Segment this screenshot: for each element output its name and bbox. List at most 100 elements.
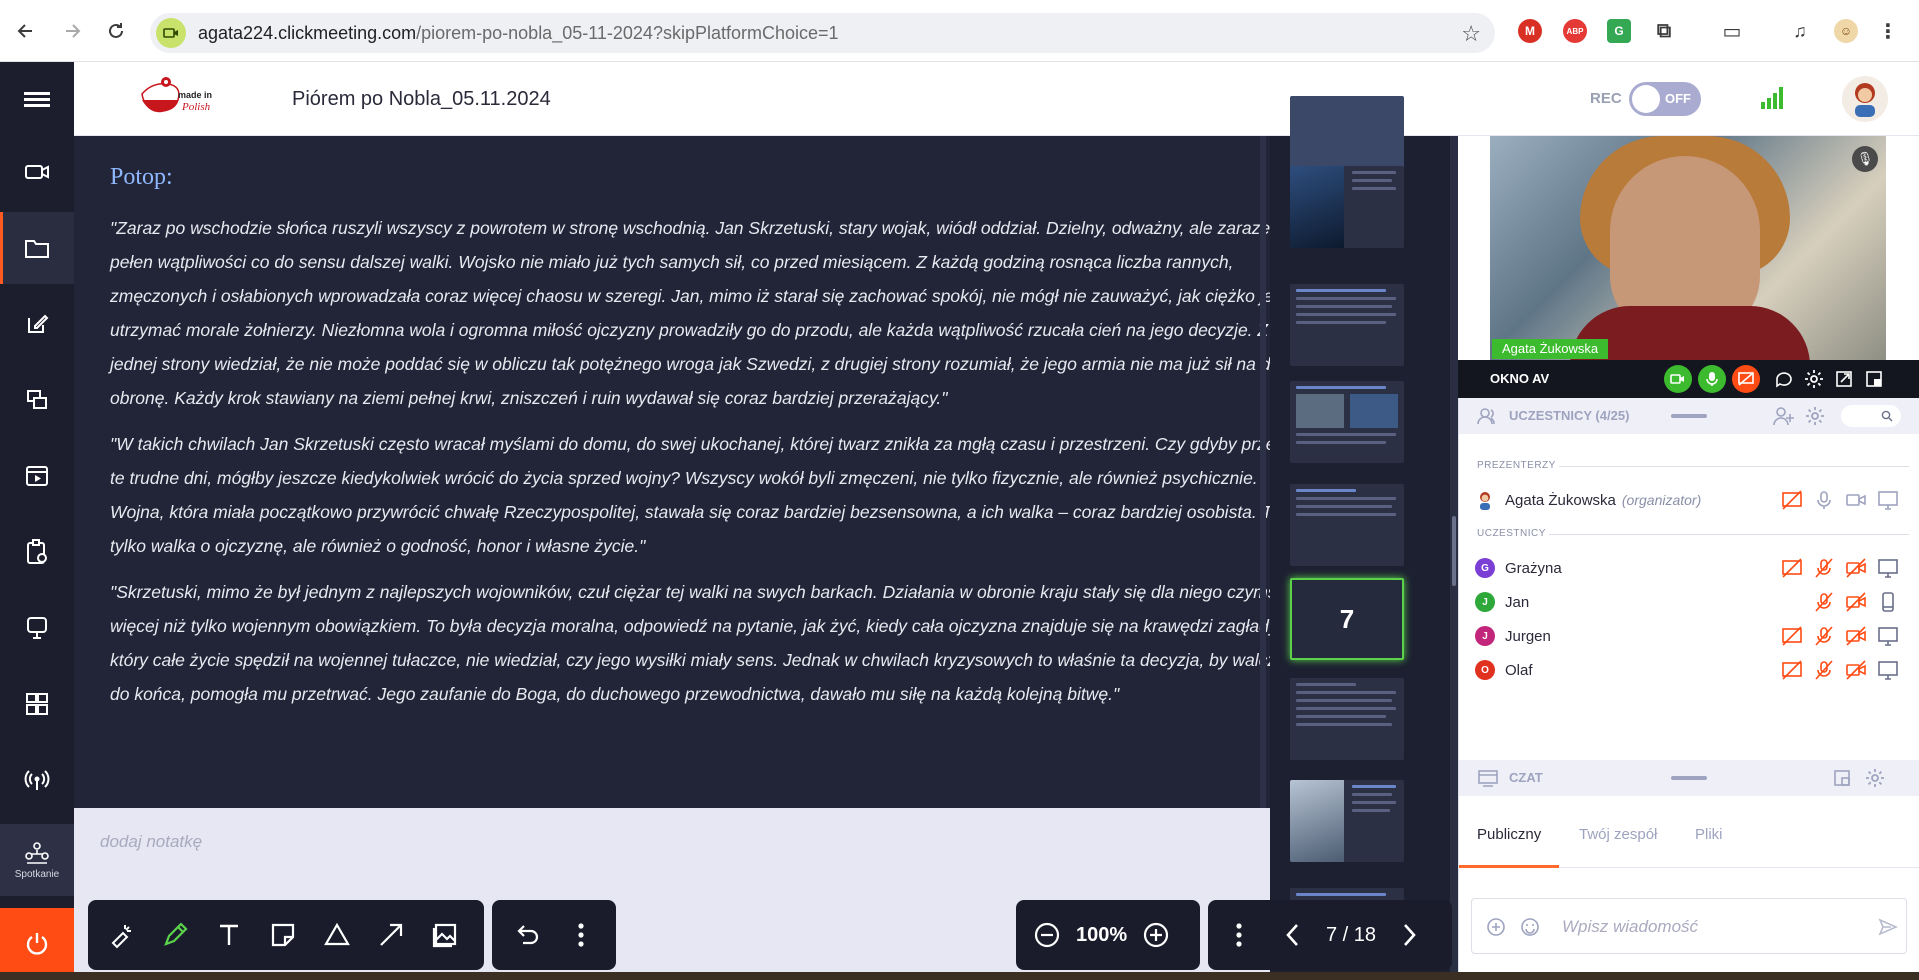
insert-image-icon[interactable] [418, 908, 472, 962]
screen-share-off-icon[interactable] [1781, 659, 1803, 681]
slide-thumbnail[interactable] [1290, 381, 1404, 463]
presenter-video[interactable]: Agata Żukowska 🎙 [1490, 136, 1886, 360]
leave-meeting-button[interactable] [0, 908, 74, 980]
slide-thumbnail[interactable] [1290, 284, 1404, 366]
sidebar-item-apps[interactable] [0, 668, 74, 740]
url-text[interactable]: agata224.clickmeeting.com/piorem-po-nobl… [198, 23, 839, 44]
chat-settings-icon[interactable] [1865, 768, 1885, 788]
page-options-icon[interactable] [1212, 908, 1266, 962]
send-icon[interactable] [1878, 917, 1898, 937]
rec-toggle[interactable]: OFF [1629, 82, 1701, 116]
address-bar[interactable]: agata224.clickmeeting.com/piorem-po-nobl… [150, 13, 1495, 53]
tab-files[interactable]: Pliki [1695, 826, 1723, 843]
media-control-icon[interactable]: ♫ [1788, 19, 1812, 43]
sidebar-item-survey[interactable] [0, 516, 74, 588]
microphone-off-icon[interactable] [1813, 659, 1835, 681]
screen-share-off-icon[interactable] [1732, 365, 1760, 393]
slide-scrollbar[interactable] [1260, 136, 1266, 808]
text-tool-icon[interactable] [202, 908, 256, 962]
chat-input[interactable] [1562, 913, 1852, 941]
browser-menu-icon[interactable]: ⋮ [1876, 19, 1900, 43]
sidebar-item-notes[interactable] [0, 288, 74, 360]
slide-thumbnail[interactable] [1290, 166, 1404, 248]
sidebar-item-camera[interactable] [0, 136, 74, 208]
participant-search[interactable] [1841, 405, 1901, 427]
chat-popout-icon[interactable] [1833, 769, 1851, 787]
undo-icon[interactable] [500, 908, 554, 962]
screen-share-off-icon[interactable] [1781, 625, 1803, 647]
bookmark-star-icon[interactable]: ☆ [1461, 21, 1481, 47]
chat-bubble-icon[interactable] [1770, 365, 1798, 393]
extension-mail-icon[interactable]: M [1518, 19, 1542, 43]
attendee-row[interactable]: J Jurgen [1475, 622, 1915, 650]
presenter-row[interactable]: Agata Żukowska (organizator) [1475, 486, 1915, 514]
camera-off-icon[interactable] [1845, 557, 1867, 579]
slide-thumbnail[interactable] [1290, 780, 1404, 862]
av-settings-icon[interactable] [1800, 365, 1828, 393]
laser-pointer-icon[interactable] [94, 908, 148, 962]
slide-thumbnail[interactable] [1290, 484, 1404, 566]
user-avatar[interactable] [1842, 76, 1888, 122]
microphone-icon[interactable] [1813, 489, 1835, 511]
slide-thumbnail[interactable] [1290, 678, 1404, 760]
slide-thumbnail-active[interactable]: 7 [1290, 578, 1404, 660]
more-options-icon[interactable] [554, 908, 608, 962]
monitor-icon[interactable] [1877, 625, 1899, 647]
reload-icon[interactable] [94, 9, 138, 53]
next-page-icon[interactable] [1382, 908, 1436, 962]
microphone-off-icon[interactable] [1813, 557, 1835, 579]
attendee-row[interactable]: O Olaf [1475, 656, 1915, 684]
site-camera-icon[interactable] [156, 18, 186, 48]
zoom-out-icon[interactable] [1020, 908, 1074, 962]
screen-share-off-icon[interactable] [1781, 557, 1803, 579]
tab-public[interactable]: Publiczny [1477, 826, 1541, 843]
participants-drag-handle[interactable] [1671, 414, 1707, 418]
shape-triangle-icon[interactable] [310, 908, 364, 962]
attendee-row[interactable]: G Grażyna [1475, 554, 1915, 582]
camera-on-icon[interactable] [1664, 365, 1692, 393]
sidebar-item-files[interactable] [0, 212, 74, 284]
attach-icon[interactable] [1486, 917, 1506, 937]
thumbnail-scrollbar-handle[interactable] [1452, 516, 1456, 586]
monitor-icon[interactable] [1877, 659, 1899, 681]
sidebar-item-video-player[interactable] [0, 440, 74, 512]
extensions-puzzle-icon[interactable]: ⧉ [1652, 19, 1676, 43]
camera-off-icon[interactable] [1845, 659, 1867, 681]
zoom-in-icon[interactable] [1129, 908, 1183, 962]
pencil-icon[interactable] [148, 908, 202, 962]
add-participant-icon[interactable] [1773, 406, 1795, 426]
sidebar-item-meeting[interactable]: Spotkanie [0, 824, 74, 896]
extension-adblock-icon[interactable]: ABP [1563, 19, 1587, 43]
emoji-icon[interactable] [1520, 917, 1540, 937]
sidebar-item-screen-share[interactable] [0, 364, 74, 436]
microphone-off-icon[interactable] [1813, 625, 1835, 647]
sticky-note-icon[interactable] [256, 908, 310, 962]
tab-my-team[interactable]: Twój zespół [1579, 826, 1657, 843]
menu-icon[interactable] [0, 62, 74, 136]
camera-icon[interactable] [1845, 489, 1867, 511]
popout-icon[interactable] [1830, 365, 1858, 393]
chat-header[interactable]: CZAT [1459, 760, 1919, 796]
video-mic-icon[interactable]: 🎙 [1852, 146, 1878, 172]
layout-icon[interactable] [1860, 365, 1888, 393]
microphone-on-icon[interactable] [1698, 365, 1726, 393]
forward-icon[interactable] [50, 9, 94, 53]
camera-off-icon[interactable] [1845, 591, 1867, 613]
camera-off-icon[interactable] [1845, 625, 1867, 647]
arrow-tool-icon[interactable] [364, 908, 418, 962]
back-icon[interactable] [4, 9, 48, 53]
participants-settings-icon[interactable] [1805, 406, 1825, 426]
sidebar-item-broadcast[interactable] [0, 744, 74, 816]
microphone-off-icon[interactable] [1813, 591, 1835, 613]
profile-avatar-icon[interactable]: ☺ [1834, 19, 1858, 43]
screen-share-off-icon[interactable] [1781, 489, 1803, 511]
chat-drag-handle[interactable] [1671, 776, 1707, 780]
monitor-icon[interactable] [1877, 489, 1899, 511]
attendee-row[interactable]: J Jan [1475, 588, 1915, 616]
reading-list-icon[interactable]: ▭ [1720, 19, 1744, 43]
monitor-icon[interactable] [1877, 557, 1899, 579]
extension-translate-icon[interactable]: G [1607, 19, 1631, 43]
sidebar-item-whiteboard[interactable] [0, 592, 74, 664]
prev-page-icon[interactable] [1266, 908, 1320, 962]
participants-header[interactable]: UCZESTNICY (4/25) [1459, 398, 1919, 434]
